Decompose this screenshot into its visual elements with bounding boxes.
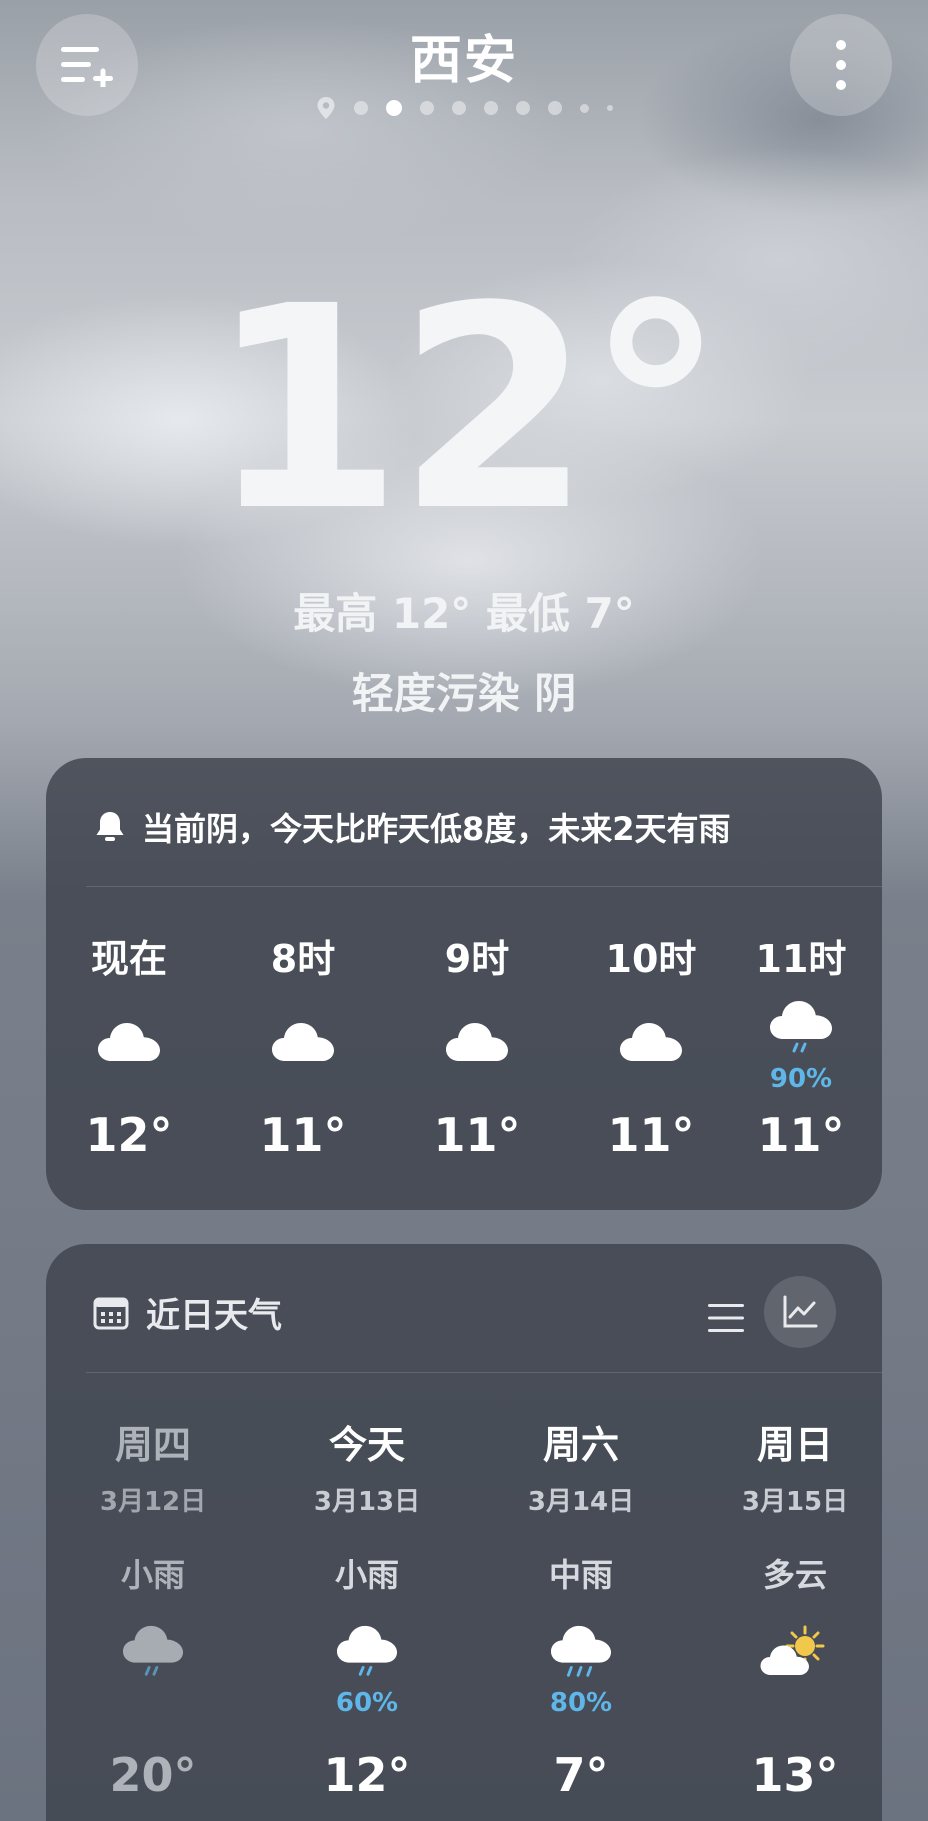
page-dot [353, 101, 368, 115]
hour-label: 8时 [270, 937, 336, 981]
page-dot-active [385, 100, 402, 116]
day-weather: 中雨 [548, 1556, 613, 1594]
hour-label: 11时 [755, 937, 847, 981]
divider [86, 1372, 882, 1373]
heavy-rain-icon [550, 1625, 612, 1677]
hour-item[interactable]: 11时 90% 11° [726, 928, 876, 1162]
cloud-icon [272, 1023, 334, 1061]
day-weekday: 周六 [542, 1423, 619, 1467]
day-weather: 多云 [762, 1556, 827, 1594]
precipitation-chance: 60% [335, 1688, 399, 1718]
top-bar: 西安 [0, 0, 928, 130]
day-item[interactable]: 周六 3月14日 中雨 80% 7° [481, 1414, 681, 1802]
partly-cloudy-icon [760, 1625, 825, 1675]
day-date: 3月12日 [99, 1487, 207, 1517]
weather-alert[interactable]: 当前阴，今天比昨天低8度，未来2天有雨 [92, 804, 731, 850]
chart-view-button[interactable] [764, 1276, 836, 1348]
day-temperature: 12° [323, 1748, 411, 1802]
page-dot [515, 101, 530, 115]
location-pin-icon [317, 97, 334, 119]
page-dot [419, 101, 434, 115]
day-temperature: 20° [109, 1748, 197, 1802]
divider [86, 886, 882, 887]
rain-icon [770, 1001, 832, 1053]
day-date: 3月13日 [313, 1487, 421, 1517]
cloud-icon [98, 1023, 160, 1061]
hour-temperature: 11° [259, 1108, 347, 1162]
current-temperature: 12° [208, 247, 726, 573]
day-weekday: 周日 [756, 1423, 833, 1467]
cloud-icon [620, 1023, 682, 1061]
day-weather: 小雨 [334, 1556, 399, 1594]
hour-temperature: 12° [85, 1108, 173, 1162]
air-quality-condition: 轻度污染 阴 [351, 669, 577, 718]
page-dot [483, 101, 498, 115]
hourly-forecast-card[interactable]: 当前阴，今天比昨天低8度，未来2天有雨 现在 12° 8时 11° 9时 11°… [46, 758, 882, 1210]
precipitation-chance [695, 1688, 895, 1718]
line-chart-icon [783, 1295, 818, 1328]
list-icon [708, 1304, 744, 1332]
hour-item[interactable]: 现在 12° [54, 928, 204, 1162]
page-dot [579, 103, 589, 113]
cloud-icon [446, 1023, 508, 1061]
precipitation-chance [53, 1688, 253, 1718]
daily-forecast-card[interactable]: 近日天气 周四 3月12日 小雨 20° 今天 3月13日 小雨 60% 12°… [46, 1244, 882, 1821]
day-weather: 小雨 [120, 1556, 185, 1594]
hour-temperature: 11° [607, 1108, 695, 1162]
hour-label: 10时 [605, 937, 697, 981]
day-item-today[interactable]: 今天 3月13日 小雨 60% 12° [267, 1414, 467, 1802]
city-name: 西安 [409, 31, 518, 91]
more-vertical-icon [836, 40, 846, 90]
page-dot [451, 101, 466, 115]
hour-item[interactable]: 8时 11° [228, 928, 378, 1162]
alert-text: 当前阴，今天比昨天低8度，未来2天有雨 [142, 810, 731, 848]
hour-item[interactable]: 10时 11° [576, 928, 726, 1162]
page-dot [547, 101, 562, 115]
hour-temperature: 11° [433, 1108, 521, 1162]
list-view-button[interactable] [694, 1286, 758, 1350]
precipitation-chance: 90% [769, 1064, 833, 1094]
day-temperature: 7° [553, 1748, 609, 1802]
bell-icon [96, 812, 124, 841]
daily-forecast-title: 近日天气 [146, 1296, 282, 1336]
day-item[interactable]: 周四 3月12日 小雨 20° [53, 1414, 253, 1802]
day-item[interactable]: 周日 3月15日 多云 13° [695, 1414, 895, 1802]
hour-item[interactable]: 9时 11° [402, 928, 552, 1162]
rain-icon [336, 1625, 398, 1676]
day-weekday: 周四 [114, 1423, 191, 1467]
day-weekday: 今天 [328, 1423, 405, 1467]
page-dot [606, 105, 613, 111]
hour-temperature: 11° [757, 1108, 845, 1162]
rain-icon [122, 1625, 184, 1676]
day-date: 3月14日 [527, 1487, 635, 1517]
hour-label: 9时 [444, 937, 510, 981]
high-low-temperature: 最高 12° 最低 7° [293, 589, 635, 638]
hour-label: 现在 [90, 937, 167, 981]
page-indicator[interactable] [0, 96, 928, 120]
calendar-icon [93, 1297, 129, 1329]
day-temperature: 13° [751, 1748, 839, 1802]
precipitation-chance: 80% [549, 1688, 613, 1718]
day-date: 3月15日 [741, 1487, 849, 1517]
daily-forecast-header: 近日天气 [92, 1288, 282, 1337]
